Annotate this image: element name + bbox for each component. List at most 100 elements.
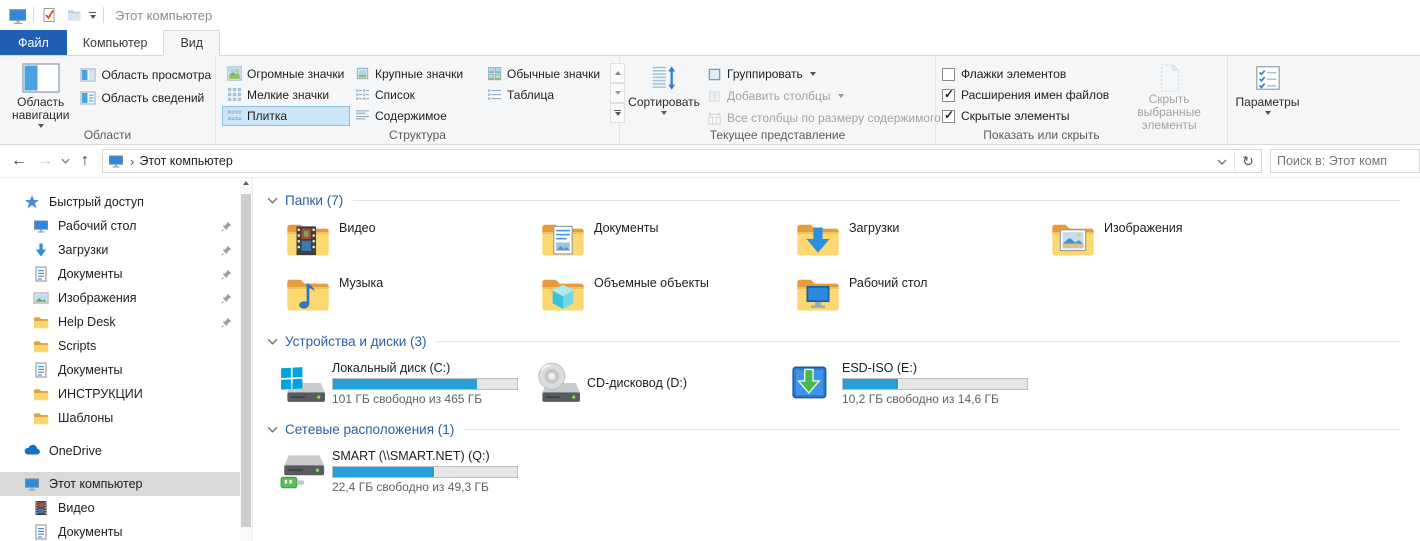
- view-details[interactable]: Таблица: [482, 85, 606, 105]
- quick-access-star-icon: [24, 194, 40, 210]
- view-medium-icons[interactable]: Обычные значки: [482, 64, 606, 84]
- tab-computer[interactable]: Компьютер: [67, 30, 164, 55]
- content-view-icon: [355, 108, 370, 123]
- section-header-devices[interactable]: Устройства и диски (3): [267, 331, 1400, 351]
- sidebar-item-quick-access[interactable]: Быстрый доступ: [0, 190, 240, 214]
- qat-properties-icon[interactable]: [41, 7, 57, 23]
- qat-new-folder-icon[interactable]: [66, 7, 82, 23]
- navigation-pane-button[interactable]: Область навигации: [6, 61, 75, 130]
- extra-large-icons-icon: [227, 66, 242, 81]
- desktop-folder-icon: [795, 273, 841, 315]
- onedrive-cloud-icon: [24, 443, 40, 459]
- item-checkboxes-checkbox[interactable]: [942, 68, 955, 81]
- sidebar-item-scripts[interactable]: Scripts: [0, 334, 240, 358]
- group-by-button[interactable]: Группировать: [702, 64, 946, 84]
- sidebar-item-instructions[interactable]: ИНСТРУКЦИИ: [0, 382, 240, 406]
- back-button[interactable]: ←: [6, 148, 32, 174]
- address-bar[interactable]: › Этот компьютер ↻: [102, 149, 1262, 173]
- folder-tile-documents[interactable]: Документы: [540, 218, 795, 264]
- view-small-icons[interactable]: Мелкие значки: [222, 85, 350, 105]
- collapse-chevron-icon[interactable]: [267, 193, 278, 207]
- file-extensions-checkbox[interactable]: [942, 89, 955, 102]
- preview-pane-button[interactable]: Область просмотра: [75, 65, 216, 85]
- scrollbar-thumb[interactable]: [241, 194, 251, 527]
- documents-folder-icon: [540, 218, 586, 260]
- sidebar-scrollbar[interactable]: [240, 178, 252, 541]
- sidebar-item-this-pc[interactable]: Этот компьютер: [0, 472, 240, 496]
- view-content[interactable]: Содержимое: [350, 106, 482, 126]
- documents-icon: [33, 524, 49, 540]
- recent-locations-button[interactable]: [58, 148, 72, 174]
- folder-tile-3d-objects[interactable]: Объемные объекты: [540, 273, 795, 319]
- view-large-icons[interactable]: Крупные значки: [350, 64, 482, 84]
- section-header-network[interactable]: Сетевые расположения (1): [267, 419, 1400, 439]
- collapse-chevron-icon[interactable]: [267, 334, 278, 348]
- sort-button[interactable]: Сортировать: [626, 61, 702, 117]
- up-button[interactable]: ↑: [72, 148, 98, 174]
- sidebar-item-desktop[interactable]: Рабочий стол: [0, 214, 240, 238]
- view-extra-large-icons[interactable]: Огромные значки: [222, 64, 350, 84]
- options-button[interactable]: Параметры: [1230, 61, 1306, 117]
- details-pane-button[interactable]: Область сведений: [75, 88, 216, 108]
- sidebar-item-help-desk[interactable]: Help Desk: [0, 310, 240, 334]
- folder-tile-downloads[interactable]: Загрузки: [795, 218, 1050, 264]
- downloads-icon: [33, 242, 49, 258]
- window-title: Этот компьютер: [115, 8, 212, 23]
- search-input[interactable]: [1270, 149, 1420, 173]
- hidden-items-checkbox[interactable]: [942, 110, 955, 123]
- group-label-show-hide: Показать или скрыть: [936, 128, 1147, 142]
- item-checkboxes-row[interactable]: Флажки элементов: [942, 65, 1109, 83]
- folder-icon: [33, 386, 49, 402]
- titlebar: Этот компьютер: [0, 0, 1420, 30]
- address-toolbar: ← → ↑ › Этот компьютер ↻: [0, 145, 1420, 178]
- hide-selected-items-button: Скрыть выбранные элементы: [1119, 63, 1219, 132]
- folder-tile-pictures[interactable]: Изображения: [1050, 218, 1305, 264]
- drives-grid: Локальный диск (C:) 101 ГБ свободно из 4…: [279, 359, 1400, 407]
- drive-tile-d[interactable]: CD-дисковод (D:): [534, 359, 789, 407]
- size-all-columns-button: Все столбцы по размеру содержимого: [702, 108, 946, 128]
- tab-view[interactable]: Вид: [163, 30, 220, 56]
- sidebar-item-templates[interactable]: Шаблоны: [0, 406, 240, 430]
- folder-icon: [33, 338, 49, 354]
- drive-tile-c[interactable]: Локальный диск (C:) 101 ГБ свободно из 4…: [279, 359, 534, 407]
- breadcrumb[interactable]: Этот компьютер: [139, 154, 232, 168]
- collapse-chevron-icon[interactable]: [267, 422, 278, 436]
- sidebar-item-pictures[interactable]: Изображения: [0, 286, 240, 310]
- small-icons-icon: [227, 87, 242, 102]
- pin-icon: [221, 221, 232, 232]
- cd-drive-icon: [534, 362, 580, 404]
- capacity-bar: [332, 378, 518, 390]
- esd-iso-drive-icon: [789, 362, 835, 404]
- capacity-bar: [842, 378, 1028, 390]
- folder-icon: [33, 314, 49, 330]
- folder-tile-videos[interactable]: Видео: [285, 218, 540, 264]
- view-tiles[interactable]: Плитка: [222, 106, 350, 126]
- forward-button[interactable]: →: [32, 148, 58, 174]
- file-extensions-row[interactable]: Расширения имен файлов: [942, 86, 1109, 104]
- sidebar-item-documents[interactable]: Документы: [0, 262, 240, 286]
- add-columns-icon: [707, 89, 722, 104]
- local-disk-icon: [279, 362, 325, 404]
- sidebar-item-documents-2[interactable]: Документы: [0, 358, 240, 382]
- tab-file[interactable]: Файл: [0, 30, 67, 55]
- folder-tile-music[interactable]: Музыка: [285, 273, 540, 319]
- videos-icon: [33, 500, 49, 516]
- address-dropdown-button[interactable]: [1213, 154, 1231, 168]
- drive-tile-e[interactable]: ESD-ISO (E:) 10,2 ГБ свободно из 14,6 ГБ: [789, 359, 1044, 407]
- ribbon-group-show-hide: Флажки элементов Расширения имен файлов …: [936, 56, 1228, 144]
- sort-label: Сортировать: [628, 96, 700, 109]
- sidebar-item-documents-3[interactable]: Документы: [0, 520, 240, 541]
- hidden-items-row[interactable]: Скрытые элементы: [942, 107, 1109, 125]
- sidebar-item-onedrive[interactable]: OneDrive: [0, 439, 240, 463]
- refresh-button[interactable]: ↻: [1238, 153, 1258, 170]
- view-list[interactable]: Список: [350, 85, 482, 105]
- folder-tile-desktop[interactable]: Рабочий стол: [795, 273, 1050, 319]
- qat-customize-button[interactable]: [89, 12, 96, 19]
- network-drive-tile-q[interactable]: SMART (\\SMART.NET) (Q:) 22,4 ГБ свободн…: [279, 447, 534, 495]
- sidebar-item-downloads[interactable]: Загрузки: [0, 238, 240, 262]
- sidebar-item-videos[interactable]: Видео: [0, 496, 240, 520]
- navigation-pane-icon: [22, 63, 60, 93]
- desktop-icon: [33, 218, 49, 234]
- divider: [33, 7, 34, 23]
- section-header-folders[interactable]: Папки (7): [267, 190, 1400, 210]
